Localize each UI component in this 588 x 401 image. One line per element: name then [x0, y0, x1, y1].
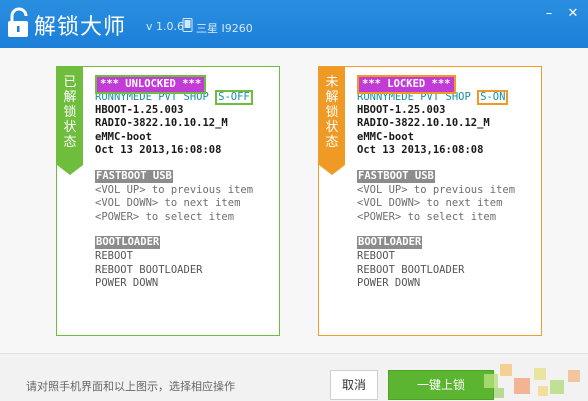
locked-date-line: Oct 13 2013,16:08:08 — [357, 144, 484, 157]
device-name: 三星 I9260 — [196, 22, 253, 35]
app-title: 解锁大师 — [34, 15, 127, 40]
locked-status-label: *** LOCKED *** — [359, 77, 454, 92]
unlocked-fastboot-line-1: <VOL UP> to previous item — [95, 183, 254, 196]
unlocked-bootloader-line-1: REBOOT — [95, 249, 133, 262]
locked-side-label: 未解锁状态 — [325, 75, 339, 150]
unlocked-status-label: *** UNLOCKED *** — [97, 77, 205, 92]
locked-hboot-line: HBOOT-1.25.003 — [357, 103, 446, 116]
unlocked-fastboot-header: FASTBOOT USB — [95, 169, 173, 183]
locked-side-tab: 未解锁状态 — [319, 67, 345, 175]
unlocked-side-label: 已解锁状态 — [63, 75, 77, 150]
main-area: 已解锁状态 *** UNLOCKED *** RUNNYMEDE PVT SHO… — [0, 48, 588, 353]
locked-bootloader-screen: *** LOCKED *** RUNNYMEDE PVT SHOP S-ON H… — [357, 75, 541, 291]
locked-fastboot-header: FASTBOOT USB — [357, 169, 435, 183]
unlocked-bootloader-screen: *** UNLOCKED *** RUNNYMEDE PVT SHOP S-OF… — [95, 75, 279, 291]
locked-bootloader-line-3: POWER DOWN — [357, 277, 421, 290]
close-button[interactable]: ✕ — [564, 6, 582, 22]
locked-bootloader-header: BOOTLOADER — [357, 236, 423, 250]
locked-fastboot-line-3: <POWER> to select item — [357, 210, 497, 223]
locked-bootloader-line-2: REBOOT BOOTLOADER — [357, 263, 465, 276]
locked-fastboot-line-1: <VOL UP> to previous item — [357, 183, 516, 196]
watermark-blocks — [476, 360, 588, 401]
unlocked-fastboot-line-3: <POWER> to select item — [95, 210, 235, 223]
locked-radio-line: RADIO-3822.10.10.12_M — [357, 117, 490, 130]
locked-emmc-line: eMMC-boot — [357, 130, 414, 143]
unlocked-date-line: Oct 13 2013,16:08:08 — [95, 144, 222, 157]
unlock-icon — [8, 7, 28, 37]
unlocked-radio-line: RADIO-3822.10.10.12_M — [95, 117, 228, 130]
locked-panel[interactable]: 未解锁状态 *** LOCKED *** RUNNYMEDE PVT SHOP … — [318, 66, 542, 336]
locked-fastboot-line-2: <VOL DOWN> to next item — [357, 197, 503, 210]
phone-icon — [182, 18, 193, 32]
instruction-hint: 请对照手机界面和以上图示，选择相应操作 — [26, 380, 235, 393]
locked-bootloader-line-1: REBOOT — [357, 249, 395, 262]
unlocked-bootloader-line-3: POWER DOWN — [95, 277, 159, 290]
unlocked-bootloader-header: BOOTLOADER — [95, 236, 161, 250]
cancel-button[interactable]: 取消 — [330, 370, 378, 400]
unlocked-fastboot-line-2: <VOL DOWN> to next item — [95, 197, 241, 210]
unlocked-hboot-line: HBOOT-1.25.003 — [95, 103, 184, 116]
unlocked-side-tab: 已解锁状态 — [57, 67, 83, 175]
app-version: v 1.0.6 — [146, 20, 184, 33]
unlocked-bootloader-line-2: REBOOT BOOTLOADER — [95, 263, 203, 276]
unlocked-emmc-line: eMMC-boot — [95, 130, 152, 143]
minimize-button[interactable]: – — [540, 6, 558, 22]
title-bar: 解锁大师 v 1.0.6 三星 I9260 – ✕ — [0, 0, 588, 48]
unlocked-panel[interactable]: 已解锁状态 *** UNLOCKED *** RUNNYMEDE PVT SHO… — [56, 66, 280, 336]
